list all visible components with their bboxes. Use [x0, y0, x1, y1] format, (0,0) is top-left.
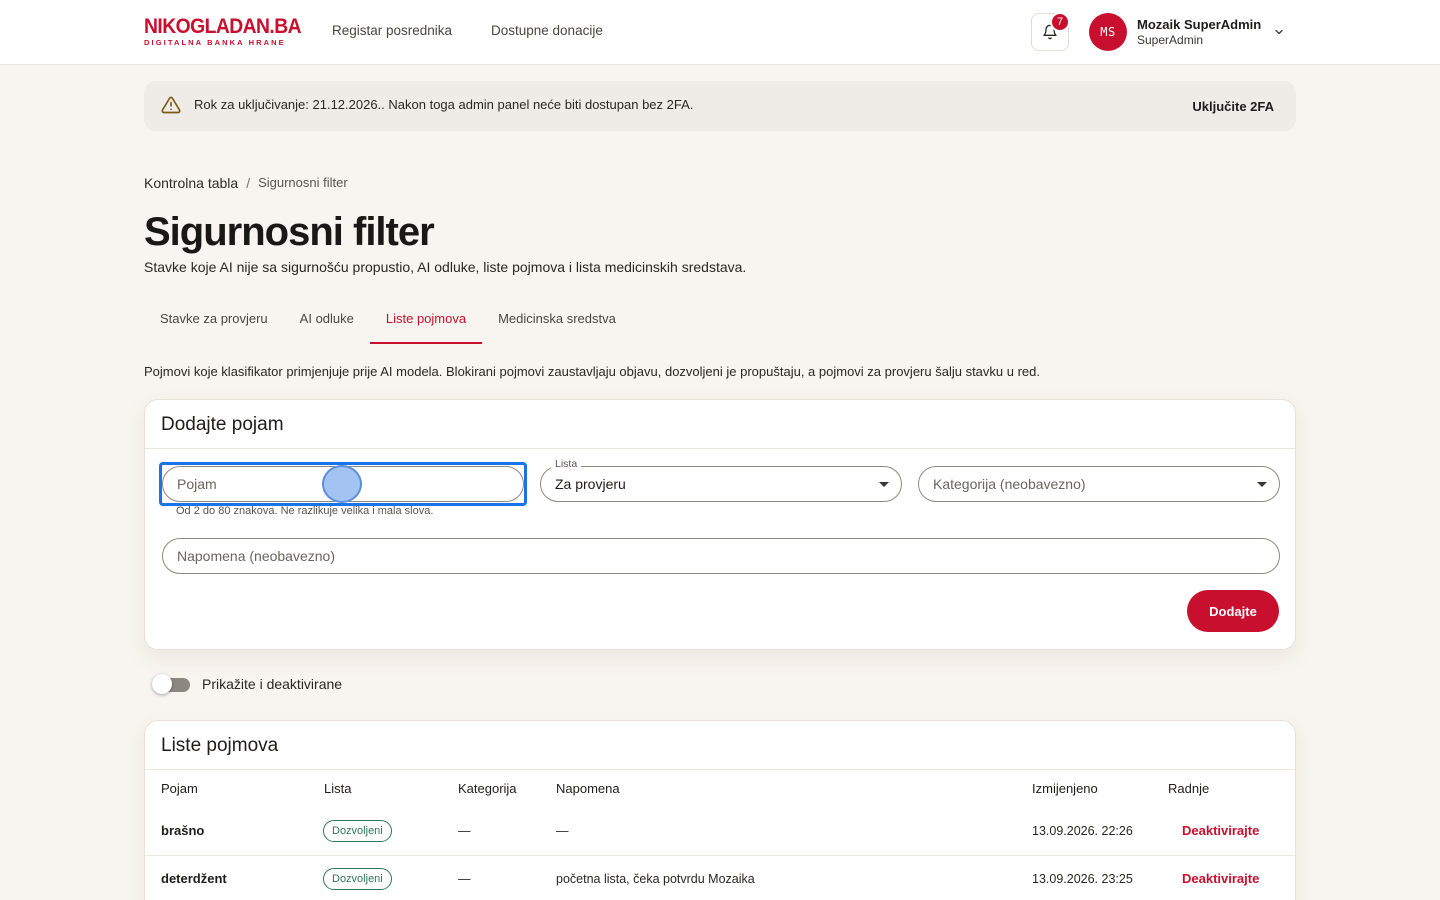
user-name[interactable]: Mozaik SuperAdmin [1137, 17, 1261, 32]
nav-link-dostupne-donacije[interactable]: Dostupne donacije [491, 23, 603, 38]
2fa-warning-banner: Rok za uključivanje: 21.12.2026.. Nakon … [144, 81, 1296, 131]
row-category: — [458, 872, 471, 886]
deactivate-button[interactable]: Deaktivirajte [1182, 871, 1259, 886]
note-input[interactable]: Napomena (neobavezno) [162, 538, 1280, 574]
table-row: brašno Dozvoljeni — — 13.09.2026. 22:26 … [145, 807, 1295, 855]
breadcrumb-separator: / [246, 175, 251, 191]
user-role: SuperAdmin [1137, 33, 1204, 47]
tab-bar: Stavke za provjeru AI odluke Liste pojmo… [144, 297, 632, 344]
tab-stavke-za-provjeru[interactable]: Stavke za provjeru [144, 297, 284, 344]
caret-down-icon [1257, 482, 1267, 487]
column-header-radnje: Radnje [1168, 781, 1210, 796]
add-term-button[interactable]: Dodajte [1187, 590, 1279, 632]
note-placeholder: Napomena (neobavezno) [177, 548, 335, 564]
chevron-down-icon[interactable] [1273, 26, 1285, 38]
add-term-title: Dodajte pojam [161, 414, 284, 435]
page-subtitle: Stavke koje AI nije sa sigurnošću propus… [144, 259, 747, 275]
row-term: brašno [161, 823, 205, 838]
tab-medicinska-sredstva[interactable]: Medicinska sredstva [482, 297, 632, 344]
pointer-cursor-indicator [322, 465, 362, 503]
banner-message: Rok za uključivanje: 21.12.2026.. Nakon … [194, 97, 694, 112]
row-note: početna lista, čeka potvrdu Mozaika [556, 872, 755, 886]
page-title: Sigurnosni filter [144, 210, 435, 254]
show-deactivated-label[interactable]: Prikažite i deaktivirane [202, 676, 342, 692]
column-header-napomena[interactable]: Napomena [556, 781, 620, 796]
term-list-card: Liste pojmova Pojam Lista Kategorija Nap… [144, 720, 1296, 900]
deactivate-button[interactable]: Deaktivirajte [1182, 823, 1259, 838]
term-helper-text: Od 2 do 80 znakova. Ne razlikuje velika … [176, 505, 434, 517]
tab-ai-odluke[interactable]: AI odluke [284, 297, 370, 344]
list-select-label: Lista [551, 458, 582, 470]
category-select[interactable]: Kategorija (neobavezno) [918, 466, 1280, 502]
column-header-lista[interactable]: Lista [324, 781, 351, 796]
list-chip-allowed: Dozvoljeni [323, 820, 392, 842]
tab-liste-pojmova[interactable]: Liste pojmova [369, 297, 483, 344]
table-row: deterdžent Dozvoljeni — početna lista, č… [145, 855, 1295, 900]
card-divider [145, 769, 1295, 770]
warning-triangle-icon [161, 96, 181, 114]
avatar[interactable]: MS [1089, 13, 1127, 51]
list-select-value: Za provjeru [555, 476, 626, 492]
column-header-kategorija[interactable]: Kategorija [458, 781, 517, 796]
column-header-pojam[interactable]: Pojam [161, 781, 198, 796]
enable-2fa-button[interactable]: Uključite 2FA [1192, 99, 1274, 114]
show-deactivated-toggle-row: Prikažite i deaktivirane [152, 674, 342, 694]
notification-count-badge: 7 [1050, 12, 1070, 32]
category-placeholder: Kategorija (neobavezno) [933, 476, 1086, 492]
add-term-card: Dodajte pojam Pojam Od 2 do 80 znakova. … [144, 399, 1296, 650]
section-intro: Pojmovi koje klasifikator primjenjuje pr… [144, 364, 1040, 379]
list-select[interactable]: Lista Za provjeru [540, 458, 902, 502]
caret-down-icon [879, 482, 889, 487]
term-placeholder: Pojam [177, 476, 217, 492]
top-navigation-bar: NIKOGLADAN.BA DIGITALNA BANKA HRANE Regi… [0, 0, 1440, 65]
breadcrumb: Kontrolna tabla / Sigurnosni filter [144, 175, 348, 191]
breadcrumb-current: Sigurnosni filter [258, 175, 348, 190]
nav-link-registar-posrednika[interactable]: Registar posrednika [332, 23, 452, 38]
site-logo[interactable]: NIKOGLADAN.BA DIGITALNA BANKA HRANE [144, 15, 302, 47]
list-chip-allowed: Dozvoljeni [323, 868, 392, 890]
logo-wordmark: NIKOGLADAN.BA [144, 15, 302, 38]
logo-tagline: DIGITALNA BANKA HRANE [144, 38, 286, 47]
row-term: deterdžent [161, 871, 227, 886]
row-modified: 13.09.2026. 22:26 [1032, 824, 1133, 838]
card-divider [145, 448, 1295, 449]
toggle-knob [152, 674, 172, 694]
term-list-title: Liste pojmova [161, 735, 279, 756]
breadcrumb-dashboard-link[interactable]: Kontrolna tabla [144, 175, 238, 191]
row-category: — [458, 824, 471, 838]
row-modified: 13.09.2026. 23:25 [1032, 872, 1133, 886]
row-note: — [556, 824, 569, 838]
column-header-izmijenjeno[interactable]: Izmijenjeno [1032, 781, 1098, 796]
show-deactivated-toggle[interactable] [152, 674, 190, 694]
